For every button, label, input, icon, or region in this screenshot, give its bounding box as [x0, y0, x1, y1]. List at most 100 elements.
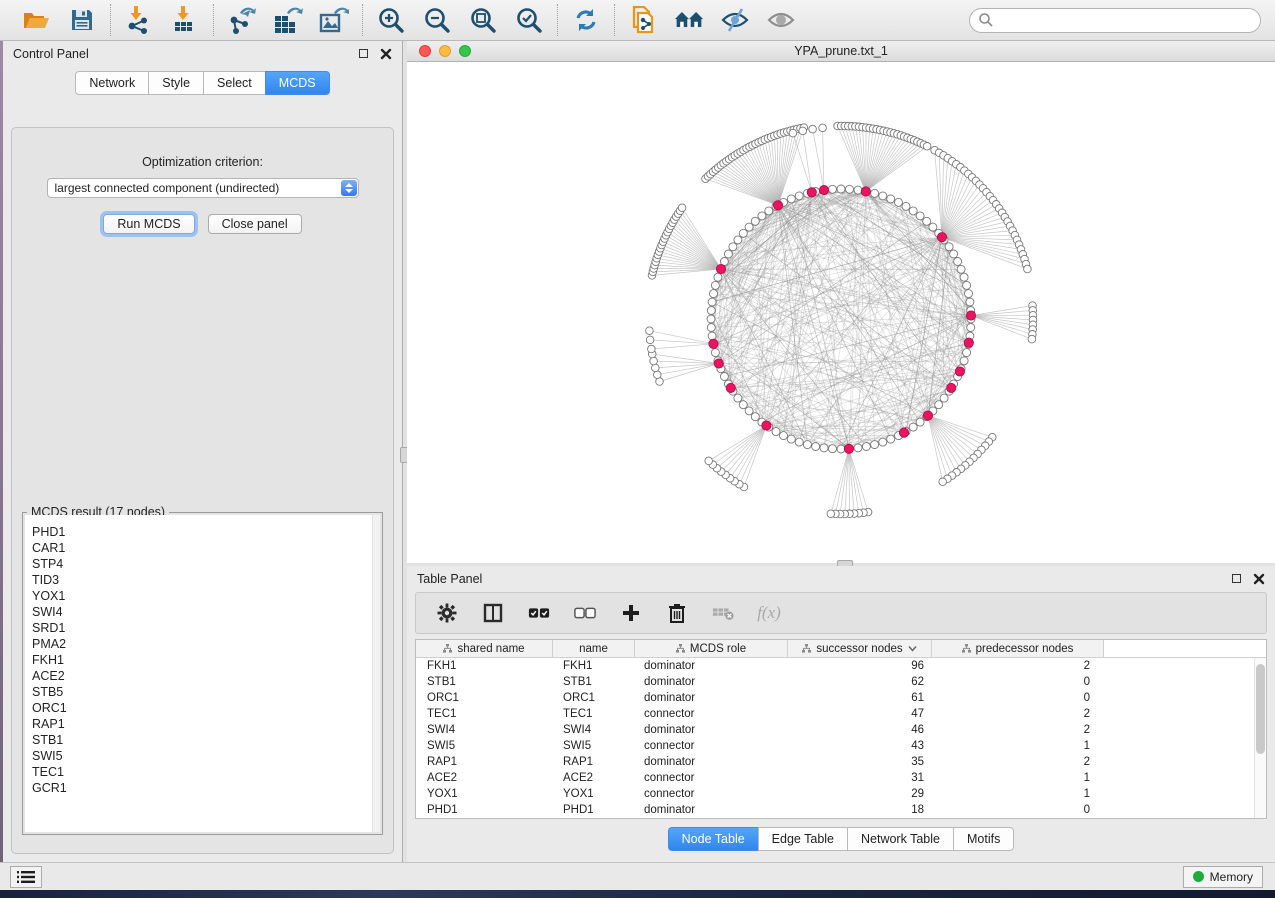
- table-cell: dominator: [635, 804, 788, 816]
- zoom-fit-icon[interactable]: [468, 5, 498, 35]
- column-header-successor-nodes[interactable]: successor nodes: [788, 640, 932, 657]
- import-table-icon[interactable]: [170, 5, 200, 35]
- column-header-shared-name[interactable]: shared name: [416, 640, 553, 657]
- table-row[interactable]: SWI4SWI4dominator462: [416, 722, 1266, 738]
- memory-status-icon: [1193, 871, 1204, 882]
- list-item[interactable]: FKH1: [32, 652, 380, 668]
- zoom-in-icon[interactable]: [376, 5, 406, 35]
- table-cell: SWI4: [416, 724, 553, 736]
- search-input[interactable]: [994, 12, 1252, 28]
- close-panel-icon[interactable]: [380, 48, 392, 60]
- node-table[interactable]: shared name nameMCDS rolesuccessor nodesp…: [415, 639, 1267, 819]
- table-cell: dominator: [635, 724, 788, 736]
- list-item[interactable]: YOX1: [32, 588, 380, 604]
- list-item[interactable]: SWI4: [32, 604, 380, 620]
- attribute-icon: [962, 644, 971, 653]
- zoom-out-icon[interactable]: [422, 5, 452, 35]
- table-row[interactable]: PHD1PHD1dominator180: [416, 802, 1266, 818]
- clone-network-icon[interactable]: [628, 5, 658, 35]
- eye-slash-icon[interactable]: [720, 5, 750, 35]
- column-header-predecessor-nodes[interactable]: predecessor nodes: [932, 640, 1104, 657]
- table-cell: connector: [635, 788, 788, 800]
- table-scrollbar[interactable]: [1254, 658, 1266, 818]
- close-table-panel-icon[interactable]: [1253, 573, 1265, 585]
- eye-icon[interactable]: [766, 5, 796, 35]
- list-item[interactable]: TEC1: [32, 764, 380, 780]
- float-window-icon[interactable]: [359, 49, 368, 58]
- network-svg: [407, 62, 1275, 563]
- table-cell: TEC1: [553, 708, 635, 720]
- list-item[interactable]: ORC1: [32, 700, 380, 716]
- tab-edge-table[interactable]: Edge Table: [758, 827, 847, 851]
- float-table-panel-icon[interactable]: [1232, 574, 1241, 583]
- optimization-criterion-select[interactable]: largest connected component (undirected): [47, 178, 359, 198]
- list-item[interactable]: PMA2: [32, 636, 380, 652]
- delete-column-icon[interactable]: [666, 602, 688, 624]
- list-item[interactable]: STB1: [32, 732, 380, 748]
- table-cell: SWI5: [416, 740, 553, 752]
- network-canvas[interactable]: [407, 62, 1275, 563]
- list-item[interactable]: PHD1: [32, 524, 380, 540]
- run-mcds-button[interactable]: Run MCDS: [103, 214, 194, 234]
- table-row[interactable]: FKH1FKH1dominator962: [416, 658, 1266, 674]
- table-row[interactable]: RAP1RAP1dominator352: [416, 754, 1266, 770]
- export-image-icon[interactable]: [319, 5, 349, 35]
- tab-style[interactable]: Style: [148, 71, 203, 95]
- search-box[interactable]: [969, 8, 1261, 33]
- network-titlebar[interactable]: YPA_prune.txt_1: [407, 41, 1275, 62]
- export-network-icon[interactable]: [227, 5, 257, 35]
- mcds-list-scrollbar[interactable]: [372, 515, 380, 832]
- table-row[interactable]: ORC1ORC1dominator610: [416, 690, 1266, 706]
- list-item[interactable]: SRD1: [32, 620, 380, 636]
- table-cell: 46: [788, 724, 932, 736]
- save-floppy-icon[interactable]: [67, 5, 97, 35]
- table-scrollbar-thumb[interactable]: [1256, 664, 1265, 754]
- table-cell: 0: [932, 804, 1104, 816]
- table-cell: 1: [932, 740, 1104, 752]
- list-item[interactable]: TID3: [32, 572, 380, 588]
- zoom-selected-icon[interactable]: [514, 5, 544, 35]
- table-row[interactable]: TEC1TEC1connector472: [416, 706, 1266, 722]
- tab-node-table[interactable]: Node Table: [668, 827, 758, 851]
- list-item[interactable]: CAR1: [32, 540, 380, 556]
- deselect-all-icon[interactable]: [574, 602, 596, 624]
- close-panel-button[interactable]: Close panel: [208, 214, 302, 234]
- tab-select[interactable]: Select: [203, 71, 265, 95]
- select-all-icon[interactable]: [528, 602, 550, 624]
- table-cell: 35: [788, 756, 932, 768]
- column-header-label: shared name: [457, 643, 524, 655]
- list-item[interactable]: SWI5: [32, 748, 380, 764]
- list-item[interactable]: RAP1: [32, 716, 380, 732]
- list-item[interactable]: ACE2: [32, 668, 380, 684]
- export-table-icon[interactable]: [273, 5, 303, 35]
- import-network-icon[interactable]: [124, 5, 154, 35]
- table-toolbar: f(x): [415, 592, 1267, 634]
- console-button[interactable]: [10, 866, 42, 888]
- list-item[interactable]: STP4: [32, 556, 380, 572]
- tab-motifs[interactable]: Motifs: [953, 827, 1014, 851]
- tab-network[interactable]: Network: [75, 71, 148, 95]
- tab-mcds[interactable]: MCDS: [265, 71, 330, 95]
- mcds-result-list[interactable]: PHD1CAR1STP4TID3YOX1SWI4SRD1PMA2FKH1ACE2…: [25, 515, 380, 832]
- table-row[interactable]: YOX1YOX1connector291: [416, 786, 1266, 802]
- list-item[interactable]: STB5: [32, 684, 380, 700]
- main-toolbar: [0, 0, 1275, 41]
- tab-network-table[interactable]: Network Table: [847, 827, 953, 851]
- houses-icon[interactable]: [674, 5, 704, 35]
- table-row[interactable]: ACE2ACE2connector311: [416, 770, 1266, 786]
- table-cell: 1: [932, 788, 1104, 800]
- column-header-name[interactable]: name: [553, 640, 635, 657]
- refresh-icon[interactable]: [571, 5, 601, 35]
- attribute-icon: [676, 644, 685, 653]
- table-cell: 61: [788, 692, 932, 704]
- add-column-icon[interactable]: [620, 602, 642, 624]
- list-item[interactable]: GCR1: [32, 780, 380, 796]
- gear-icon[interactable]: [436, 602, 458, 624]
- open-folder-icon[interactable]: [21, 5, 51, 35]
- network-window: YPA_prune.txt_1: [407, 41, 1275, 563]
- column-header-MCDS-role[interactable]: MCDS role: [635, 640, 788, 657]
- table-row[interactable]: SWI5SWI5connector431: [416, 738, 1266, 754]
- table-row[interactable]: STB1STB1dominator620: [416, 674, 1266, 690]
- show-columns-icon[interactable]: [482, 602, 504, 624]
- memory-button[interactable]: Memory: [1183, 866, 1263, 888]
